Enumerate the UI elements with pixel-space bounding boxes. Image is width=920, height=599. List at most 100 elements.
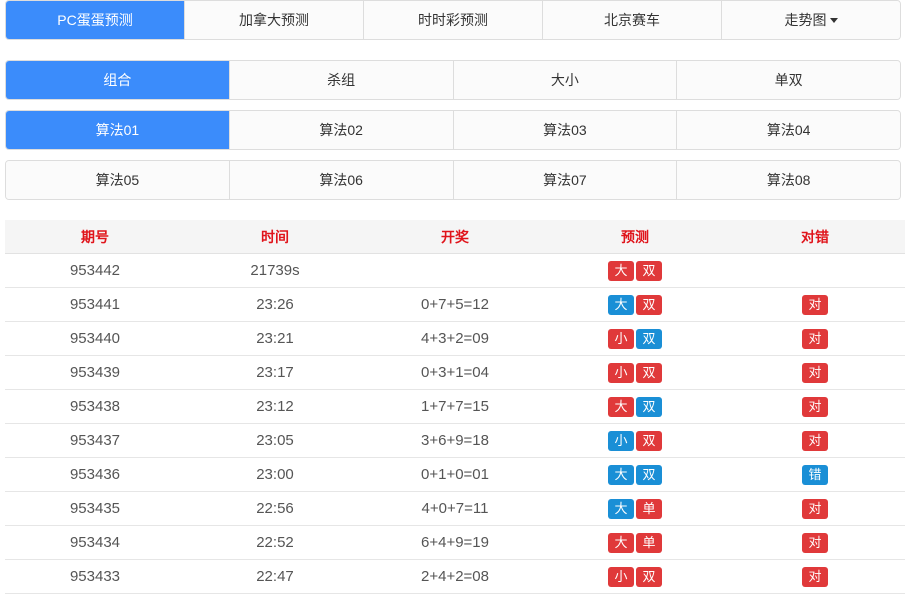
prediction-cell: 大双 <box>545 253 725 288</box>
type-tab-3[interactable]: 大小 <box>452 61 677 99</box>
prediction-badge: 双 <box>636 328 662 349</box>
col-header-result: 对错 <box>725 220 905 254</box>
time-cell: 22:47 <box>185 559 365 594</box>
prediction-badge: 双 <box>636 362 662 383</box>
time-cell: 21739s <box>185 253 365 288</box>
algo-tab-label: 算法04 <box>766 122 811 138</box>
result-badge: 对 <box>802 328 828 349</box>
prediction-badge: 大 <box>608 294 634 315</box>
nav-tab-label: 加拿大预测 <box>239 12 309 28</box>
result-cell: 错 <box>725 457 905 492</box>
result-cell: 对 <box>725 491 905 526</box>
type-tab-4[interactable]: 单双 <box>676 61 900 99</box>
issue-cell: 953437 <box>5 423 185 458</box>
algo-tab-3[interactable]: 算法03 <box>452 111 677 149</box>
issue-cell: 953435 <box>5 491 185 526</box>
issue-cell: 953442 <box>5 253 185 288</box>
nav-tab-4[interactable]: 北京赛车 <box>542 1 721 39</box>
algorithm-tabs-row-2: 算法05 算法06 算法07 算法08 <box>5 160 901 200</box>
table-header-row: 期号 时间 开奖 预测 对错 <box>5 220 905 254</box>
nav-tab-label: 时时彩预测 <box>418 12 488 28</box>
type-tab-1[interactable]: 组合 <box>6 61 229 99</box>
draw-cell: 4+3+2=09 <box>365 321 545 356</box>
result-badge: 对 <box>802 566 828 587</box>
time-cell: 22:52 <box>185 525 365 560</box>
issue-cell: 953436 <box>5 457 185 492</box>
col-header-time: 时间 <box>185 220 365 254</box>
time-cell: 22:56 <box>185 491 365 526</box>
algo-tab-8[interactable]: 算法08 <box>676 161 900 199</box>
prediction-cell: 大双 <box>545 389 725 424</box>
prediction-cell: 大双 <box>545 457 725 492</box>
algo-tab-label: 算法01 <box>95 122 140 138</box>
prediction-badge: 单 <box>636 532 662 553</box>
algo-tab-2[interactable]: 算法02 <box>228 111 453 149</box>
type-tab-2[interactable]: 杀组 <box>228 61 453 99</box>
issue-cell: 953438 <box>5 389 185 424</box>
nav-tab-label: 北京赛车 <box>604 12 660 28</box>
type-tabs: 组合 杀组 大小 单双 <box>5 60 901 100</box>
issue-cell: 953440 <box>5 321 185 356</box>
prediction-badge: 双 <box>636 294 662 315</box>
result-cell: 对 <box>725 321 905 356</box>
prediction-badge: 单 <box>636 498 662 519</box>
prediction-badge: 小 <box>608 362 634 383</box>
time-cell: 23:26 <box>185 287 365 322</box>
col-header-prediction: 预测 <box>545 220 725 254</box>
type-tab-label: 单双 <box>774 72 803 88</box>
result-badge: 对 <box>802 396 828 417</box>
algo-tab-label: 算法03 <box>543 122 587 138</box>
result-cell: 对 <box>725 559 905 594</box>
prediction-cell: 大单 <box>545 525 725 560</box>
prediction-badge: 双 <box>636 566 662 587</box>
prediction-badge: 小 <box>608 430 634 451</box>
table-row: 953441 23:26 0+7+5=12 大双对 <box>5 287 905 322</box>
result-badge: 错 <box>802 464 828 485</box>
prediction-badge: 小 <box>608 328 634 349</box>
algo-tab-label: 算法06 <box>319 172 363 188</box>
result-cell: 对 <box>725 389 905 424</box>
algo-tab-4[interactable]: 算法04 <box>676 111 900 149</box>
prediction-badge: 大 <box>608 396 634 417</box>
algo-tab-label: 算法07 <box>543 172 587 188</box>
nav-tab-1[interactable]: PC蛋蛋预测 <box>6 1 184 39</box>
result-badge: 对 <box>802 430 828 451</box>
table-row: 953442 21739s 大双 <box>5 253 905 288</box>
prediction-cell: 小双 <box>545 559 725 594</box>
prediction-badge: 双 <box>636 430 662 451</box>
issue-cell: 953433 <box>5 559 185 594</box>
time-cell: 23:05 <box>185 423 365 458</box>
prediction-badge: 大 <box>608 260 634 281</box>
type-tab-label: 组合 <box>103 72 132 88</box>
table-body: 953442 21739s 大双 953441 23:26 0+7+5=12 大双对 9534… <box>5 253 905 594</box>
nav-tab-2[interactable]: 加拿大预测 <box>184 1 363 39</box>
col-header-issue: 期号 <box>5 220 185 254</box>
col-header-draw: 开奖 <box>365 220 545 254</box>
type-tab-label: 杀组 <box>327 72 356 88</box>
type-tab-label: 大小 <box>550 72 579 88</box>
time-cell: 23:21 <box>185 321 365 356</box>
nav-tab-3[interactable]: 时时彩预测 <box>363 1 542 39</box>
prediction-table: 期号 时间 开奖 预测 对错 953442 21739s 大双 953441 23:26… <box>5 220 905 594</box>
prediction-badge: 大 <box>608 498 634 519</box>
time-cell: 23:17 <box>185 355 365 390</box>
table-row: 953437 23:05 3+6+9=18 小双对 <box>5 423 905 458</box>
nav-tab-5[interactable]: 走势图 <box>721 1 900 39</box>
prediction-cell: 小双 <box>545 355 725 390</box>
prediction-cell: 小双 <box>545 321 725 356</box>
caret-down-icon <box>829 17 838 23</box>
prediction-badge: 双 <box>636 396 662 417</box>
issue-cell: 953441 <box>5 287 185 322</box>
algo-tab-5[interactable]: 算法05 <box>6 161 229 199</box>
algo-tab-7[interactable]: 算法07 <box>452 161 677 199</box>
prediction-badge: 小 <box>608 566 634 587</box>
time-cell: 23:12 <box>185 389 365 424</box>
algo-tab-6[interactable]: 算法06 <box>228 161 453 199</box>
algorithm-tabs-row-1: 算法01 算法02 算法03 算法04 <box>5 110 901 150</box>
algo-tab-label: 算法08 <box>766 172 811 188</box>
draw-cell: 1+7+7=15 <box>365 389 545 424</box>
prediction-cell: 小双 <box>545 423 725 458</box>
draw-cell <box>365 253 545 288</box>
prediction-badge: 大 <box>608 464 634 485</box>
algo-tab-1[interactable]: 算法01 <box>6 111 229 149</box>
